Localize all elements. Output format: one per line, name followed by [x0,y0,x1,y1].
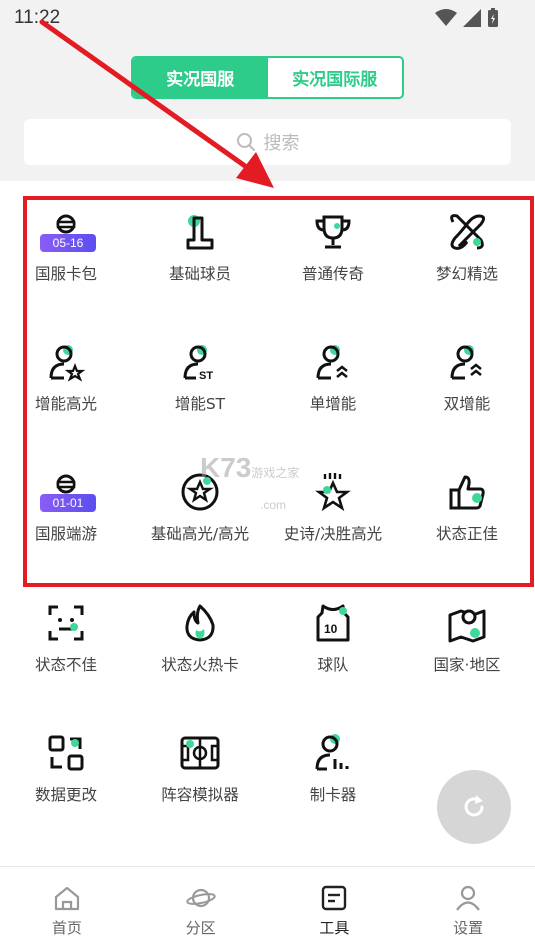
thumbs-up-icon [447,472,487,512]
tool-label: 国服卡包 [34,265,97,283]
tool-tile[interactable]: 普通传奇 [267,212,399,287]
tab-sections[interactable]: 分区 [134,867,268,951]
tool-label: 双增能 [443,395,491,413]
tab-international-server[interactable]: 实况国际服 [268,58,403,97]
player-double-boost-icon [447,342,487,382]
tool-tile[interactable]: 状态不佳 [0,603,132,678]
tab-tools[interactable]: 工具 [268,867,402,951]
tool-tile[interactable]: 数据更改 [0,733,132,808]
star-burst-icon [313,472,353,512]
card-pack-icon: 01-01 [40,472,96,512]
status-time: 11:22 [14,7,61,28]
date-badge: 01-01 [40,494,96,512]
tab-tools-label: 工具 [319,919,350,937]
search-icon [236,133,255,151]
search-input[interactable]: 搜索 [24,119,511,165]
tool-label: 增能ST [174,395,226,413]
tool-tile[interactable]: 阵容模拟器 [134,733,266,808]
tool-tile[interactable]: 状态火热卡 [134,603,266,678]
scan-face-icon [46,603,86,643]
tool-label: 国家·地区 [433,656,501,674]
base-player-icon [180,212,220,252]
tool-tile[interactable]: 10 球队 [267,603,399,678]
tool-tile[interactable]: 梦幻精选 [401,212,533,287]
tool-label: 普通传奇 [301,265,364,283]
refresh-button[interactable] [437,770,511,844]
jersey-icon: 10 [313,603,353,643]
flame-icon [180,603,220,643]
tool-tile[interactable]: 国家·地区 [401,603,533,678]
battery-icon [488,8,498,27]
tool-tile[interactable]: 01-01 国服端游 [0,472,132,547]
tools-icon [322,885,347,911]
player-st-icon: ST [180,342,220,382]
status-bar: 11:22 [0,0,535,36]
dream-select-icon [447,212,487,252]
svg-text:ST: ST [199,370,213,382]
signal-icon [463,9,481,27]
tool-label: 状态火热卡 [161,656,239,674]
date-badge: 05-16 [40,234,96,252]
card-pack-icon: 05-16 [40,212,96,252]
search-placeholder: 搜索 [263,133,300,154]
watermark: K73游戏之家 .com [200,452,300,512]
tool-label: 基础球员 [168,265,231,283]
tool-tile[interactable]: 单增能 [267,342,399,417]
tab-settings[interactable]: 设置 [401,867,535,951]
tab-home[interactable]: 首页 [0,867,134,951]
tool-tile[interactable]: ST 增能ST [134,342,266,417]
refresh-icon [464,795,484,817]
tool-tile[interactable]: 基础球员 [134,212,266,287]
tool-tile[interactable]: 状态正佳 [401,472,533,547]
tool-label: 状态不佳 [34,656,97,674]
header: 实况国服 实况国际服 搜索 [0,36,535,181]
tab-sections-label: 分区 [185,919,216,937]
wifi-icon [435,9,457,26]
data-swap-icon [46,733,86,773]
tool-label: 梦幻精选 [435,265,498,283]
tool-tile[interactable]: 双增能 [401,342,533,417]
home-icon [54,886,79,911]
tool-label: 史诗/决胜高光 [283,525,383,543]
tab-domestic-server[interactable]: 实况国服 [133,58,268,97]
tool-label: 状态正佳 [435,525,498,543]
tool-label: 球队 [317,656,349,674]
map-pin-icon [447,603,487,643]
player-single-boost-icon [313,342,353,382]
bottom-tab-bar: 首页 分区 工具 设置 [0,866,535,951]
tool-tile[interactable]: 制卡器 [267,733,399,808]
svg-text:10: 10 [324,622,338,636]
tool-label: 阵容模拟器 [161,786,239,804]
tool-label: 增能高光 [34,395,97,413]
trophy-icon [313,212,353,252]
player-star-icon [46,342,86,382]
tool-tile[interactable]: 05-16 国服卡包 [0,212,132,287]
server-segmented-control: 实况国服 实况国际服 [131,56,404,99]
planet-icon [185,888,216,908]
tool-label: 基础高光/高光 [150,525,250,543]
user-icon [456,885,481,911]
tool-label: 国服端游 [34,525,97,543]
card-maker-icon [313,733,353,773]
status-icons [435,8,499,28]
tab-home-label: 首页 [51,919,82,937]
tool-label: 单增能 [309,395,357,413]
pitch-icon [180,733,220,773]
tool-label: 数据更改 [34,786,97,804]
tab-settings-label: 设置 [453,919,484,937]
tool-label: 制卡器 [309,786,357,804]
tool-tile[interactable]: 增能高光 [0,342,132,417]
